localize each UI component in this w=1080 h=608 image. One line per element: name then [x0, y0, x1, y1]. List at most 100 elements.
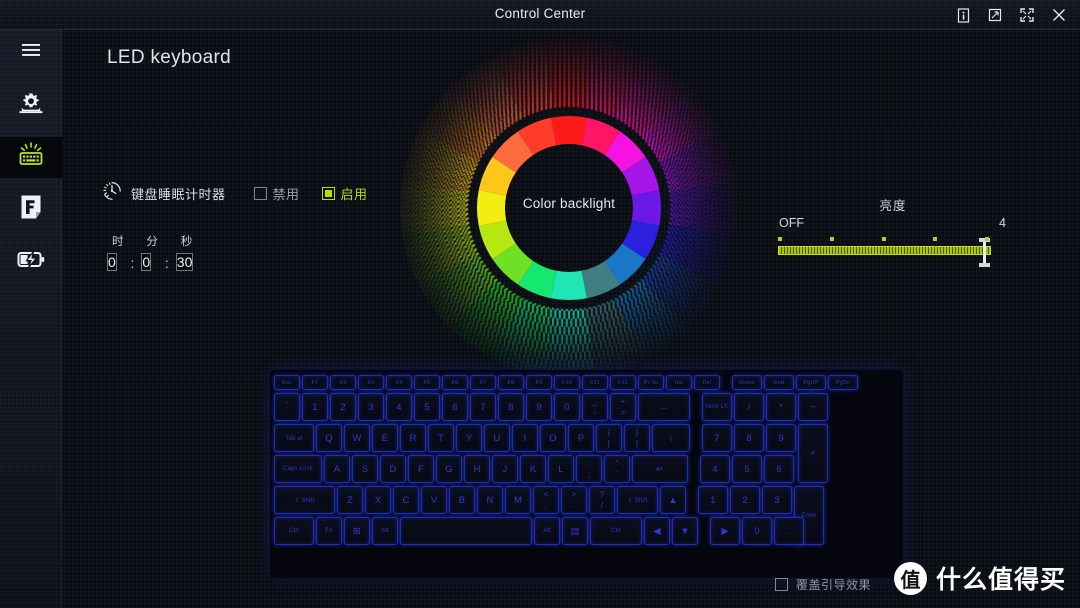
keyboard-key[interactable]: ▼: [672, 517, 698, 545]
keyboard-key[interactable]: 3: [762, 486, 792, 514]
keyboard-key[interactable]: :;: [576, 455, 602, 483]
keyboard-key[interactable]: Home: [732, 375, 762, 390]
keyboard-key[interactable]: F10: [554, 375, 580, 390]
keyboard-key[interactable]: M: [505, 486, 531, 514]
timer-option-enable[interactable]: 启用: [321, 184, 368, 203]
keyboard-key[interactable]: <,: [533, 486, 559, 514]
keyboard-key[interactable]: F9: [526, 375, 552, 390]
keyboard-key[interactable]: T: [428, 424, 454, 452]
keyboard-key[interactable]: \: [652, 424, 690, 452]
keyboard-key[interactable]: Esc: [274, 375, 300, 390]
brightness-slider-thumb[interactable]: [979, 238, 990, 267]
timer-minutes-input[interactable]: 0: [141, 253, 152, 271]
keyboard-key[interactable]: 1: [302, 393, 328, 421]
keyboard-key[interactable]: +: [798, 424, 828, 483]
keyboard-key[interactable]: V: [421, 486, 447, 514]
keyboard-key[interactable]: + =: [610, 393, 636, 421]
keyboard-key[interactable]: E: [372, 424, 398, 452]
keyboard-key[interactable]: ▤: [562, 517, 588, 545]
keyboard-key[interactable]: ⇧ Shift: [617, 486, 658, 514]
keyboard-key[interactable]: N: [477, 486, 503, 514]
keyboard-key[interactable]: ▶: [710, 517, 740, 545]
keyboard-key[interactable]: F3: [358, 375, 384, 390]
keyboard-key[interactable]: Ctrl: [274, 517, 314, 545]
keyboard-key[interactable]: PgDn: [828, 375, 858, 390]
keyboard-key[interactable]: F8: [498, 375, 524, 390]
color-wheel-segment[interactable]: [551, 270, 587, 300]
keyboard-key[interactable]: 8: [498, 393, 524, 421]
keyboard-key[interactable]: " ': [604, 455, 630, 483]
keyboard-key[interactable]: ? /: [589, 486, 615, 514]
color-wheel-segment[interactable]: [551, 116, 587, 146]
keyboard-key[interactable]: 7: [702, 424, 732, 452]
keyboard-key[interactable]: [400, 517, 532, 545]
keyboard-key[interactable]: S: [352, 455, 378, 483]
keyboard-key[interactable]: O: [540, 424, 566, 452]
keyboard-key[interactable]: H: [464, 455, 490, 483]
keyboard-key[interactable]: PgUP: [796, 375, 826, 390]
keyboard-key[interactable]: K: [520, 455, 546, 483]
keyboard-key[interactable]: 0: [742, 517, 772, 545]
keyboard-key[interactable]: ▲: [660, 486, 686, 514]
keyboard-key[interactable]: Del: [694, 375, 720, 390]
keyboard-key[interactable]: D: [380, 455, 406, 483]
keyboard-key[interactable]: 7: [470, 393, 496, 421]
color-wheel[interactable]: [474, 113, 664, 303]
keyboard-key[interactable]: 6: [764, 455, 794, 483]
keyboard-key[interactable]: Alt: [372, 517, 398, 545]
keyboard-key[interactable]: 3: [358, 393, 384, 421]
keyboard-key[interactable]: 4: [700, 455, 730, 483]
keyboard-key[interactable]: ←: [638, 393, 690, 421]
keyboard-key[interactable]: ⊞: [344, 517, 370, 545]
sidebar-item-led-keyboard[interactable]: [0, 137, 62, 178]
color-wheel-segment[interactable]: [631, 190, 661, 226]
keyboard-key[interactable]: G: [436, 455, 462, 483]
keyboard-key[interactable]: {[: [596, 424, 622, 452]
keyboard-key[interactable]: End: [764, 375, 794, 390]
keyboard-key[interactable]: 5: [414, 393, 440, 421]
timer-hours-input[interactable]: 0: [107, 253, 117, 271]
timer-seconds-input[interactable]: 30: [175, 253, 194, 271]
keyboard-key[interactable]: F6: [442, 375, 468, 390]
brightness-slider[interactable]: [778, 237, 993, 267]
timer-option-disable[interactable]: 禁用: [253, 184, 300, 203]
keyboard-key[interactable]: B: [449, 486, 475, 514]
keyboard-key[interactable]: F12: [610, 375, 636, 390]
sidebar-item-fan-control[interactable]: [0, 189, 62, 230]
keyboard-key[interactable]: Pr Sc: [638, 375, 664, 390]
keyboard-key[interactable]: ↵: [632, 455, 688, 483]
sidebar-item-power-battery[interactable]: [0, 241, 62, 282]
keyboard-key[interactable]: ◀: [644, 517, 670, 545]
keyboard-key[interactable]: J: [492, 455, 518, 483]
keyboard-key[interactable]: 4: [386, 393, 412, 421]
keyboard-key[interactable]: U: [484, 424, 510, 452]
keyboard-key[interactable]: 9: [766, 424, 796, 452]
color-wheel-segment[interactable]: [477, 190, 507, 226]
keyboard-key[interactable]: *: [766, 393, 796, 421]
info-icon[interactable]: [948, 0, 978, 30]
keyboard-key[interactable]: 6: [442, 393, 468, 421]
keyboard-key[interactable]: Q: [316, 424, 342, 452]
keyboard-key[interactable]: 8: [734, 424, 764, 452]
override-boot-effect-checkbox[interactable]: 覆盖引导效果: [775, 576, 871, 593]
keyboard-key[interactable]: X: [365, 486, 391, 514]
keyboard-key[interactable]: }]: [624, 424, 650, 452]
restore-icon[interactable]: [980, 0, 1010, 30]
keyboard-key[interactable]: _ -: [582, 393, 608, 421]
keyboard-key[interactable]: W: [344, 424, 370, 452]
keyboard-key[interactable]: 1: [698, 486, 728, 514]
fullscreen-icon[interactable]: [1012, 0, 1042, 30]
keyboard-key[interactable]: >.: [561, 486, 587, 514]
keyboard-key[interactable]: 5: [732, 455, 762, 483]
close-icon[interactable]: [1044, 0, 1074, 30]
keyboard-key[interactable]: /: [734, 393, 764, 421]
keyboard-key[interactable]: Num LK: [702, 393, 732, 421]
keyboard-key[interactable]: F1: [302, 375, 328, 390]
keyboard-key[interactable]: ~ `: [274, 393, 300, 421]
keyboard-key[interactable]: F11: [582, 375, 608, 390]
keyboard-key[interactable]: L: [548, 455, 574, 483]
keyboard-key[interactable]: Alt: [534, 517, 560, 545]
keyboard-key[interactable]: F4: [386, 375, 412, 390]
keyboard-key[interactable]: 0: [554, 393, 580, 421]
keyboard-key[interactable]: Ins: [666, 375, 692, 390]
